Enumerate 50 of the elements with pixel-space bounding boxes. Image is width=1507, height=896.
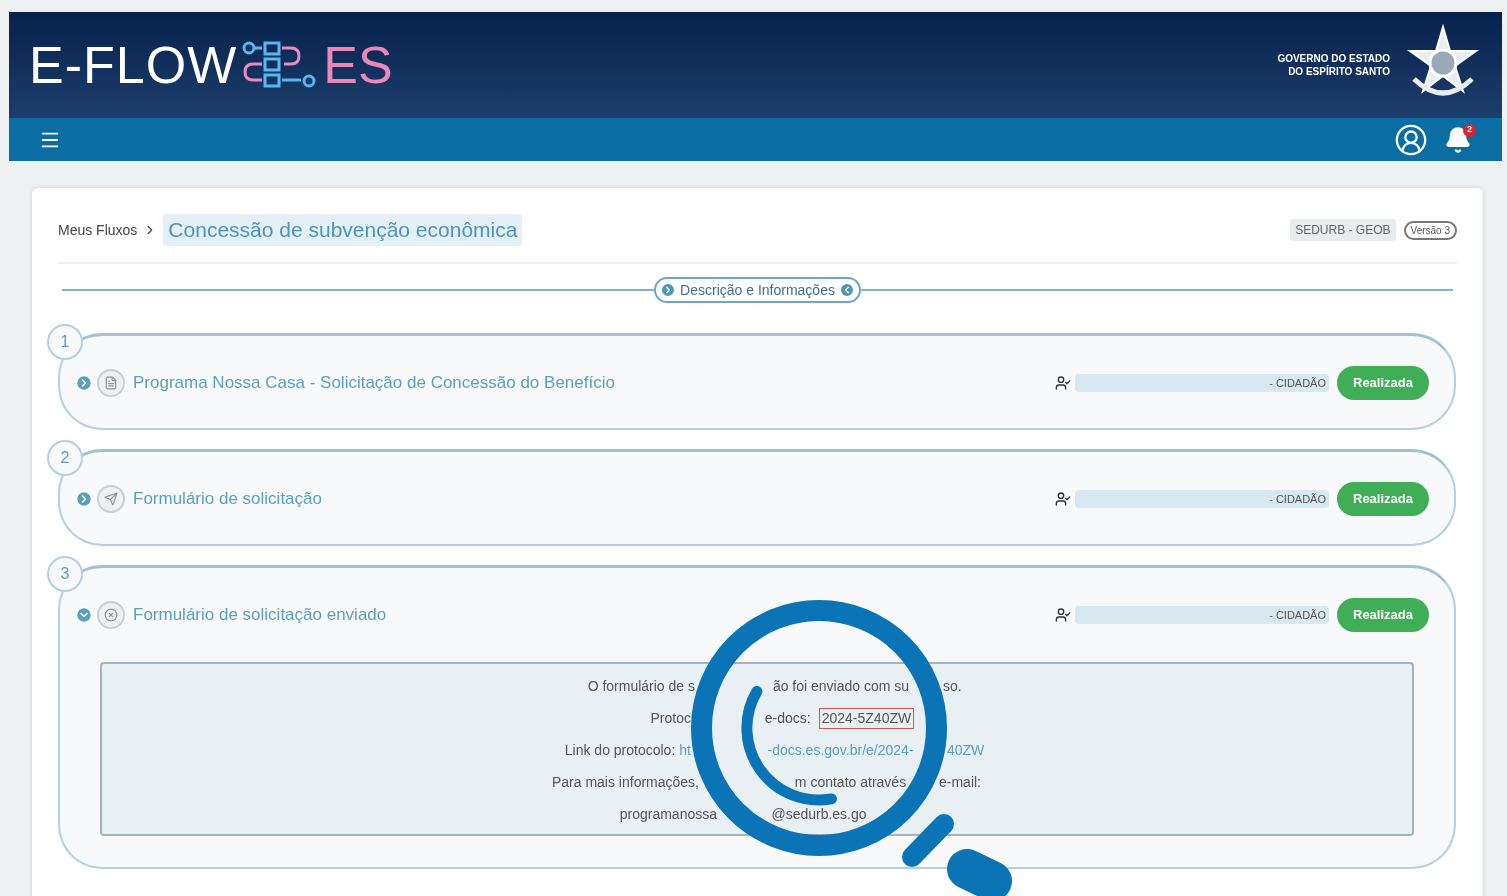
responsible-tag: - CIDADÃO xyxy=(1075,374,1329,392)
user-check-icon xyxy=(1055,375,1071,391)
government-name: DO ESPÍRITO SANTO xyxy=(1288,65,1390,78)
government-name: GOVERNO DO ESTADO xyxy=(1277,52,1390,65)
step-title[interactable]: Formulário de solicitação xyxy=(133,486,322,512)
document-icon xyxy=(97,369,125,397)
logo-text: E-FLOW xyxy=(29,39,238,91)
message-text: ão foi enviado com su xyxy=(772,676,910,696)
notification-badge: 2 xyxy=(1463,123,1476,137)
chevron-right-icon xyxy=(660,282,677,298)
chevron-left-icon xyxy=(838,282,855,298)
message-text: e-mail: xyxy=(939,772,981,792)
status-button[interactable]: Realizada xyxy=(1337,598,1429,632)
user-check-icon xyxy=(1055,607,1071,623)
protocol-link[interactable]: ht xyxy=(679,739,691,761)
step-number: 1 xyxy=(47,324,83,360)
expand-icon[interactable] xyxy=(75,490,93,508)
message-text: Para mais informações, xyxy=(551,772,699,792)
protocol-number: 2024-5Z40ZW xyxy=(818,707,915,729)
step-title[interactable]: Programa Nossa Casa - Solicitação de Concessão do Benefício xyxy=(133,370,615,396)
breadcrumb-link[interactable]: Meus Fluxos xyxy=(58,219,138,241)
message-text: Protoc xyxy=(650,708,691,728)
bell-icon[interactable] xyxy=(1444,125,1472,154)
user-icon[interactable] xyxy=(1394,122,1428,157)
status-button[interactable]: Realizada xyxy=(1337,366,1429,400)
expand-icon[interactable] xyxy=(75,374,93,392)
protocol-link[interactable]: -docs.es.gov.br/e/2024- xyxy=(767,739,914,761)
step-number: 3 xyxy=(47,556,83,592)
message-text: programanossa xyxy=(619,804,717,824)
collapse-icon[interactable] xyxy=(75,606,93,624)
department-tag: SEDURB - GEOB xyxy=(1290,219,1396,241)
protocol-link[interactable]: 40ZW xyxy=(947,739,985,761)
breadcrumb-current: Concessão de subvenção econômica xyxy=(163,214,523,246)
version-tag: Versão 3 xyxy=(1403,220,1457,240)
user-check-icon xyxy=(1055,491,1071,507)
responsible-tag: - CIDADÃO xyxy=(1075,490,1329,508)
flow-diagram-icon xyxy=(241,40,318,90)
message-text: m contato através xyxy=(794,772,907,792)
message-text: O formulário de s xyxy=(587,676,695,696)
status-button[interactable]: Realizada xyxy=(1337,482,1429,516)
logo-suffix: ES xyxy=(323,39,393,91)
message-text: @sedurb.es.go xyxy=(771,804,867,824)
step-number: 2 xyxy=(47,440,83,476)
step-title[interactable]: Formulário de solicitação enviado xyxy=(133,602,387,628)
paper-plane-icon xyxy=(97,485,125,513)
responsible-tag: - CIDADÃO xyxy=(1075,606,1329,624)
message-text: e-docs: xyxy=(764,708,811,728)
description-toggle[interactable]: Descrição e Informações xyxy=(654,277,861,303)
message-text: so. xyxy=(943,676,962,696)
message-text: Link do protocolo: xyxy=(564,740,676,760)
